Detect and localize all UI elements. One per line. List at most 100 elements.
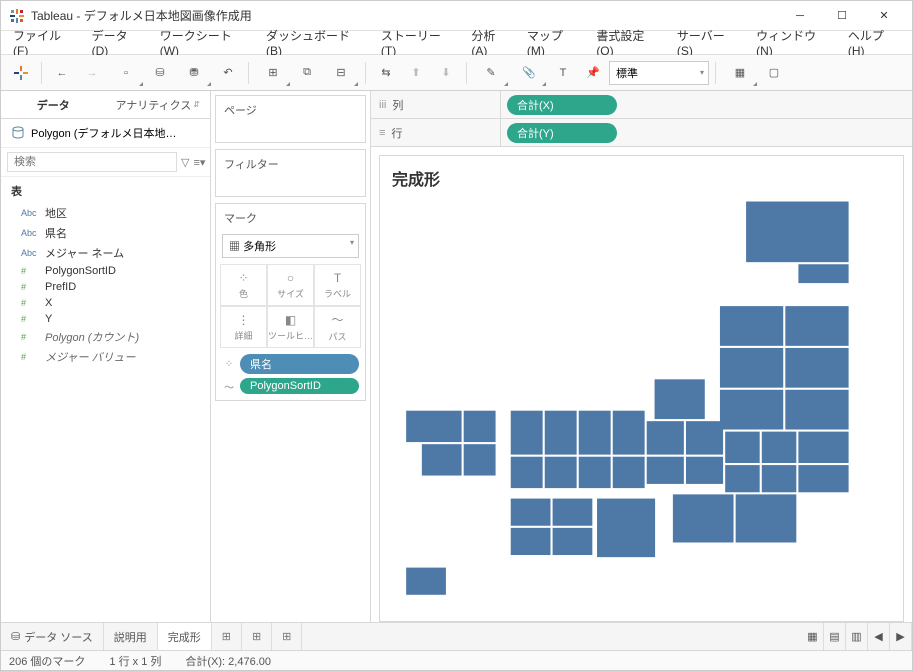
rows-shelf[interactable]: ≡行 合計(Y) bbox=[371, 119, 912, 147]
row-pill[interactable]: 合計(Y) bbox=[507, 123, 617, 143]
sort-desc-button[interactable]: ⬇ bbox=[432, 59, 460, 87]
refresh-data-button[interactable]: ⛃ bbox=[176, 59, 212, 87]
field-row[interactable]: #PrefID bbox=[1, 279, 210, 295]
swap-button[interactable]: ⇆ bbox=[372, 59, 400, 87]
sort-tab[interactable]: ▤ bbox=[824, 623, 846, 650]
status-marks: 206 個のマーク bbox=[9, 653, 85, 669]
cards-column: ページ フィルター マーク ▦ 多角形 ⁘色 ○サイズ Tラベル ⋮詳細 ◧ツー… bbox=[211, 91, 371, 622]
side-pane: データ アナリティクス⇵ Polygon (デフォルメ日本地… ▽ ≡▾ 表 A… bbox=[1, 91, 211, 622]
new-dashboard-tab[interactable]: ⊞ bbox=[242, 623, 272, 650]
field-row[interactable]: Abc地区 bbox=[1, 203, 210, 223]
marks-card: マーク ▦ 多角形 ⁘色 ○サイズ Tラベル ⋮詳細 ◧ツールヒ… 〜パス ⁘県… bbox=[215, 203, 366, 401]
rows-icon: ≡ bbox=[379, 127, 385, 139]
showhide-tab[interactable]: ▦ bbox=[802, 623, 824, 650]
filters-card[interactable]: フィルター bbox=[215, 149, 366, 197]
new-worksheet-tab[interactable]: ⊞ bbox=[212, 623, 242, 650]
fit-select-value: 標準 bbox=[616, 65, 638, 81]
type-abc-icon: Abc bbox=[21, 228, 39, 238]
nav-left-icon[interactable]: ◀ bbox=[868, 623, 890, 650]
size-icon: ○ bbox=[287, 271, 294, 285]
field-row[interactable]: #Y bbox=[1, 311, 210, 327]
label-button[interactable]: T bbox=[549, 59, 577, 87]
datasource-name: Polygon (デフォルメ日本地… bbox=[31, 125, 176, 141]
type-abc-icon: Abc bbox=[21, 248, 39, 258]
sheet-tab[interactable]: 完成形 bbox=[158, 623, 212, 650]
window-title: Tableau - デフォルメ日本地図画像作成用 bbox=[31, 7, 780, 24]
datasource-row[interactable]: Polygon (デフォルメ日本地… bbox=[1, 119, 210, 148]
toolbar: ← → ▫ ⛁ ⛃ ↶ ⊞ ⧉ ⊟ ⇆ ⬆ ⬇ ✎ 📎 T 📌 標準 ▦ ▢ bbox=[1, 55, 912, 91]
back-button[interactable]: ← bbox=[48, 59, 76, 87]
plot-area[interactable] bbox=[380, 200, 903, 621]
data-tab[interactable]: データ bbox=[1, 91, 106, 118]
highlight-button[interactable]: ✎ bbox=[473, 59, 509, 87]
mark-pill[interactable]: ⁘県名 bbox=[222, 354, 359, 374]
color-cell[interactable]: ⁘色 bbox=[220, 264, 267, 306]
sort-asc-button[interactable]: ⬆ bbox=[402, 59, 430, 87]
type-num-icon: # bbox=[21, 298, 39, 308]
size-cell[interactable]: ○サイズ bbox=[267, 264, 314, 306]
type-num-icon: # bbox=[21, 282, 39, 292]
group-button[interactable]: 📎 bbox=[511, 59, 547, 87]
filter-icon[interactable]: ▽ bbox=[181, 153, 189, 171]
mark-type-select[interactable]: ▦ 多角形 bbox=[222, 234, 359, 258]
field-row[interactable]: #Polygon (カウント) bbox=[1, 327, 210, 347]
view-options-icon[interactable]: ≡▾ bbox=[193, 153, 205, 171]
clear-button[interactable]: ⊟ bbox=[323, 59, 359, 87]
tableau-logo-icon bbox=[9, 8, 25, 24]
status-dims: 1 行 x 1 列 bbox=[109, 653, 161, 669]
columns-icon: iii bbox=[379, 99, 386, 111]
pin-button[interactable]: 📌 bbox=[579, 59, 607, 87]
filmstrip-tab[interactable]: ▥ bbox=[846, 623, 868, 650]
color-icon: ⁘ bbox=[222, 359, 236, 370]
forward-button[interactable]: → bbox=[78, 59, 106, 87]
mark-pill[interactable]: 〜PolygonSortID bbox=[222, 378, 359, 394]
path-cell[interactable]: 〜パス bbox=[314, 306, 361, 348]
search-input[interactable] bbox=[7, 152, 177, 172]
column-pill[interactable]: 合計(X) bbox=[507, 95, 617, 115]
label-cell[interactable]: Tラベル bbox=[314, 264, 361, 306]
type-num-icon: # bbox=[21, 352, 39, 362]
table-header: 表 bbox=[1, 177, 210, 203]
path-icon: 〜 bbox=[222, 379, 236, 394]
tooltip-cell[interactable]: ◧ツールヒ… bbox=[267, 306, 314, 348]
menu-bar: ファイル(F) データ(D) ワークシート(W) ダッシュボード(B) ストーリ… bbox=[1, 31, 912, 55]
duplicate-button[interactable]: ⧉ bbox=[293, 59, 321, 87]
field-list: Abc地区 Abc県名 Abcメジャー ネーム #PolygonSortID #… bbox=[1, 203, 210, 367]
analytics-tab[interactable]: アナリティクス⇵ bbox=[106, 91, 211, 118]
fit-select[interactable]: 標準 bbox=[609, 61, 709, 85]
path-icon: 〜 bbox=[331, 311, 343, 328]
field-row[interactable]: #PolygonSortID bbox=[1, 263, 210, 279]
datasource-icon: ⛁ bbox=[11, 630, 20, 643]
nav-right-icon[interactable]: ▶ bbox=[890, 623, 912, 650]
sheet-tab[interactable]: 説明用 bbox=[104, 623, 158, 650]
presentation-button[interactable]: ▢ bbox=[760, 59, 788, 87]
field-row[interactable]: Abc県名 bbox=[1, 223, 210, 243]
sheet-title[interactable]: 完成形 bbox=[380, 156, 903, 200]
viz-pane: iii列 合計(X) ≡行 合計(Y) 完成形 bbox=[371, 91, 912, 622]
type-num-icon: # bbox=[21, 332, 39, 342]
field-row[interactable]: Abcメジャー ネーム bbox=[1, 243, 210, 263]
new-story-tab[interactable]: ⊞ bbox=[272, 623, 302, 650]
columns-shelf[interactable]: iii列 合計(X) bbox=[371, 91, 912, 119]
status-bar: 206 個のマーク 1 行 x 1 列 合計(X): 2,476.00 bbox=[1, 650, 912, 670]
new-datasource-button[interactable]: ⛁ bbox=[146, 59, 174, 87]
tableau-home-icon[interactable] bbox=[7, 59, 35, 87]
detail-cell[interactable]: ⋮詳細 bbox=[220, 306, 267, 348]
field-row[interactable]: #X bbox=[1, 295, 210, 311]
datasource-icon bbox=[11, 126, 25, 140]
undo-button[interactable]: ↶ bbox=[214, 59, 242, 87]
type-num-icon: # bbox=[21, 314, 39, 324]
canvas[interactable]: 完成形 bbox=[379, 155, 904, 622]
tooltip-icon: ◧ bbox=[285, 313, 296, 327]
sheet-tabs: ⛁データ ソース 説明用 完成形 ⊞ ⊞ ⊞ ▦ ▤ ▥ ◀ ▶ bbox=[1, 622, 912, 650]
label-icon: T bbox=[334, 271, 341, 285]
field-row[interactable]: #メジャー バリュー bbox=[1, 347, 210, 367]
detail-icon: ⋮ bbox=[238, 313, 250, 327]
type-abc-icon: Abc bbox=[21, 208, 39, 218]
save-button[interactable]: ▫ bbox=[108, 59, 144, 87]
pages-card[interactable]: ページ bbox=[215, 95, 366, 143]
showme-button[interactable]: ▦ bbox=[722, 59, 758, 87]
datasource-tab[interactable]: ⛁データ ソース bbox=[1, 623, 104, 650]
status-sum: 合計(X): 2,476.00 bbox=[185, 653, 271, 669]
new-worksheet-button[interactable]: ⊞ bbox=[255, 59, 291, 87]
